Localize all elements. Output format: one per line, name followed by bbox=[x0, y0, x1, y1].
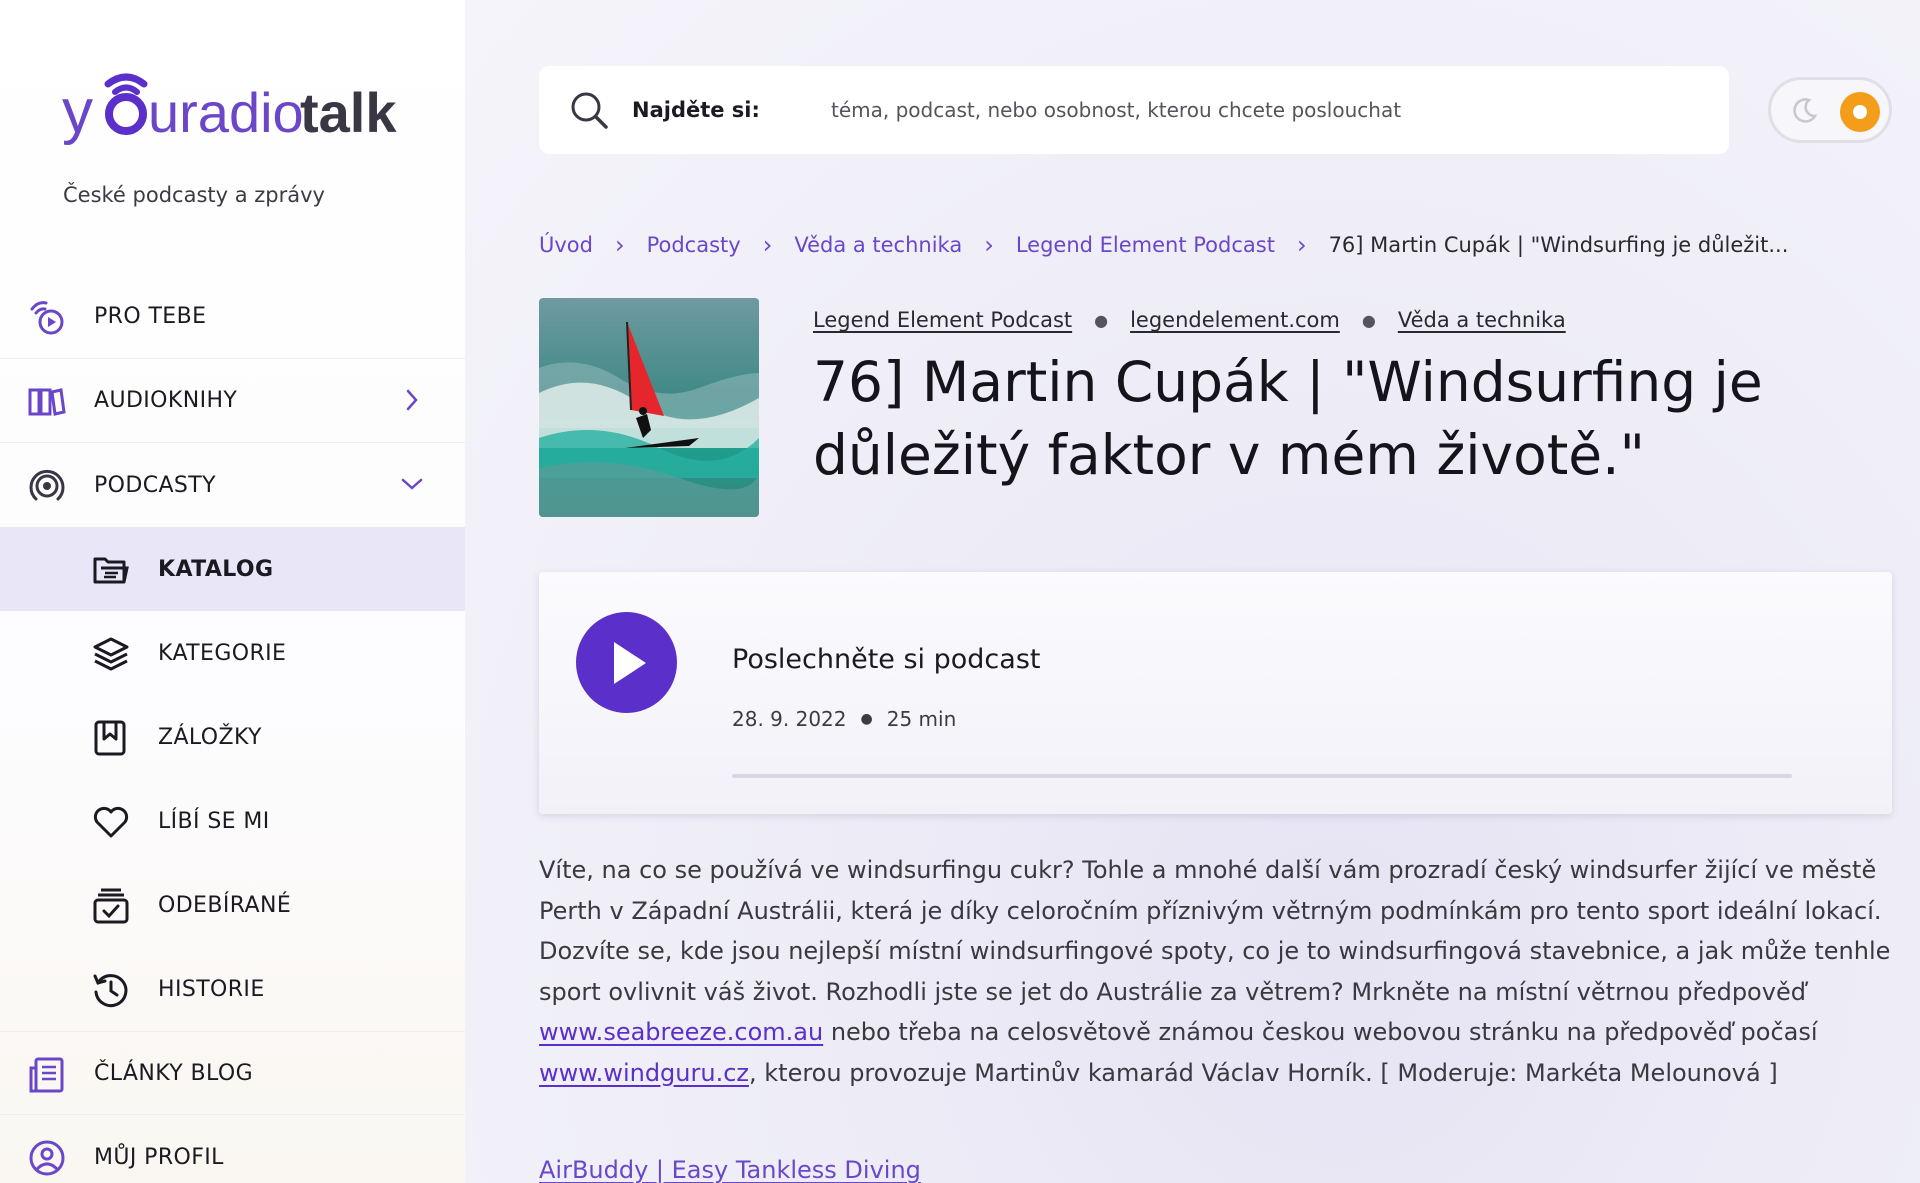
main-nav: PRO TEBE AUDIOKNIHY PODCASTY KATALOG KAT… bbox=[0, 275, 465, 1183]
search-label: Najděte si: bbox=[632, 98, 760, 122]
main-content: Najděte si: Úvod › Podcasty › Věda a tec… bbox=[465, 0, 1920, 1183]
theme-toggle[interactable] bbox=[1768, 77, 1892, 143]
nav-label: KATEGORIE bbox=[158, 640, 287, 666]
nav-item-podcasty[interactable]: PODCASTY bbox=[0, 443, 465, 527]
meta-separator: ● bbox=[1094, 310, 1109, 330]
search-bar[interactable]: Najděte si: bbox=[539, 66, 1729, 154]
player-meta: 28. 9. 2022 ● 25 min bbox=[732, 707, 956, 731]
episode-date: 28. 9. 2022 bbox=[732, 707, 847, 731]
nav-item-clanky-blog[interactable]: ČLÁNKY BLOG bbox=[0, 1031, 465, 1115]
nav-label: PRO TEBE bbox=[94, 304, 207, 329]
logo-talk: talk bbox=[300, 81, 397, 144]
broadcast-play-icon bbox=[30, 301, 64, 335]
play-icon bbox=[614, 642, 646, 684]
play-button[interactable] bbox=[576, 612, 677, 713]
podcast-icon bbox=[29, 469, 65, 501]
moon-icon bbox=[1793, 98, 1818, 123]
youradio-talk-logo[interactable]: y uradio talk bbox=[62, 62, 402, 158]
website-link[interactable]: legendelement.com bbox=[1130, 308, 1340, 332]
nav-item-pro-tebe[interactable]: PRO TEBE bbox=[0, 275, 465, 359]
tagline: České podcasty a zprávy bbox=[63, 183, 325, 207]
search-input[interactable] bbox=[831, 88, 1691, 132]
podcast-link[interactable]: Legend Element Podcast bbox=[813, 308, 1072, 332]
chevron-down-icon[interactable] bbox=[399, 471, 425, 497]
chevron-right-icon[interactable] bbox=[399, 387, 425, 413]
nav-item-audioknihy[interactable]: AUDIOKNIHY bbox=[0, 359, 465, 443]
breadcrumb-podcast[interactable]: Legend Element Podcast bbox=[1016, 233, 1275, 257]
seabreeze-link[interactable]: www.seabreeze.com.au bbox=[539, 1018, 823, 1046]
search-icon[interactable] bbox=[569, 90, 609, 130]
chevron-right-icon: › bbox=[984, 231, 994, 259]
breadcrumb-home[interactable]: Úvod bbox=[539, 233, 593, 257]
meta-separator: ● bbox=[1361, 310, 1376, 330]
description-text: Víte, na co se používá ve windsurfingu c… bbox=[539, 856, 1891, 1006]
episode-meta: Legend Element Podcast ● legendelement.c… bbox=[813, 308, 1566, 332]
bookmark-icon bbox=[94, 720, 126, 756]
sun-icon bbox=[1840, 92, 1880, 132]
audio-player: Poslechněte si podcast 28. 9. 2022 ● 25 … bbox=[539, 572, 1892, 814]
nav-item-libi-se-mi[interactable]: LÍBÍ SE MI bbox=[0, 779, 465, 863]
folder-icon bbox=[93, 557, 129, 584]
description-text: nebo třeba na celosvětově známou českou … bbox=[823, 1018, 1818, 1046]
nav-item-kategorie[interactable]: KATEGORIE bbox=[0, 611, 465, 695]
books-icon bbox=[28, 388, 66, 416]
category-link[interactable]: Věda a technika bbox=[1398, 308, 1566, 332]
nav-label: MŮJ PROFIL bbox=[94, 1144, 224, 1170]
meta-separator: ● bbox=[860, 711, 873, 727]
episode-duration: 25 min bbox=[886, 707, 957, 731]
nav-label: KATALOG bbox=[158, 556, 274, 582]
logo-y: y bbox=[62, 77, 93, 146]
article-icon bbox=[29, 1057, 64, 1093]
episode-cover-image bbox=[539, 298, 759, 517]
history-icon bbox=[93, 974, 128, 1008]
breadcrumb-current: 76] Martin Cupák | "Windsurfing je důlež… bbox=[1328, 233, 1789, 257]
nav-label: ČLÁNKY BLOG bbox=[94, 1060, 254, 1086]
windguru-link[interactable]: www.windguru.cz bbox=[539, 1059, 749, 1087]
layers-icon bbox=[93, 637, 129, 671]
breadcrumb: Úvod › Podcasty › Věda a technika › Lege… bbox=[539, 230, 1788, 260]
nav-label: LÍBÍ SE MI bbox=[158, 808, 270, 834]
nav-item-zalozky[interactable]: ZÁLOŽKY bbox=[0, 695, 465, 779]
chevron-right-icon: › bbox=[762, 231, 773, 259]
episode-description: Víte, na co se používá ve windsurfingu c… bbox=[539, 850, 1899, 1093]
nav-label: HISTORIE bbox=[158, 976, 265, 1002]
player-title: Poslechněte si podcast bbox=[732, 644, 1041, 675]
breadcrumb-category[interactable]: Věda a technika bbox=[794, 233, 962, 257]
nav-item-katalog[interactable]: KATALOG bbox=[0, 527, 465, 611]
logo-uradio: uradio bbox=[148, 81, 304, 144]
nav-item-historie[interactable]: HISTORIE bbox=[0, 947, 465, 1031]
chevron-right-icon: › bbox=[614, 231, 625, 259]
nav-label: ZÁLOŽKY bbox=[158, 724, 262, 750]
sidebar: y uradio talk České podcasty a zprávy PR… bbox=[0, 0, 465, 1183]
nav-label: ODEBÍRANÉ bbox=[158, 892, 292, 918]
related-episode-link[interactable]: AirBuddy | Easy Tankless Diving bbox=[539, 1156, 921, 1183]
episode-title: 76] Martin Cupák | "Windsurfing je důlež… bbox=[813, 350, 1763, 487]
heart-icon bbox=[93, 806, 129, 838]
user-icon bbox=[29, 1140, 65, 1176]
progress-bar[interactable] bbox=[732, 774, 1792, 778]
description-text: , kterou provozuje Martinův kamarád Václ… bbox=[749, 1058, 1778, 1087]
subscriptions-icon bbox=[93, 888, 129, 924]
chevron-right-icon: › bbox=[1296, 231, 1307, 259]
nav-label: AUDIOKNIHY bbox=[94, 388, 238, 413]
nav-item-muj-profil[interactable]: MŮJ PROFIL bbox=[0, 1115, 465, 1183]
nav-item-odebirane[interactable]: ODEBÍRANÉ bbox=[0, 863, 465, 947]
nav-label: PODCASTY bbox=[94, 472, 216, 498]
breadcrumb-podcasty[interactable]: Podcasty bbox=[647, 233, 741, 257]
